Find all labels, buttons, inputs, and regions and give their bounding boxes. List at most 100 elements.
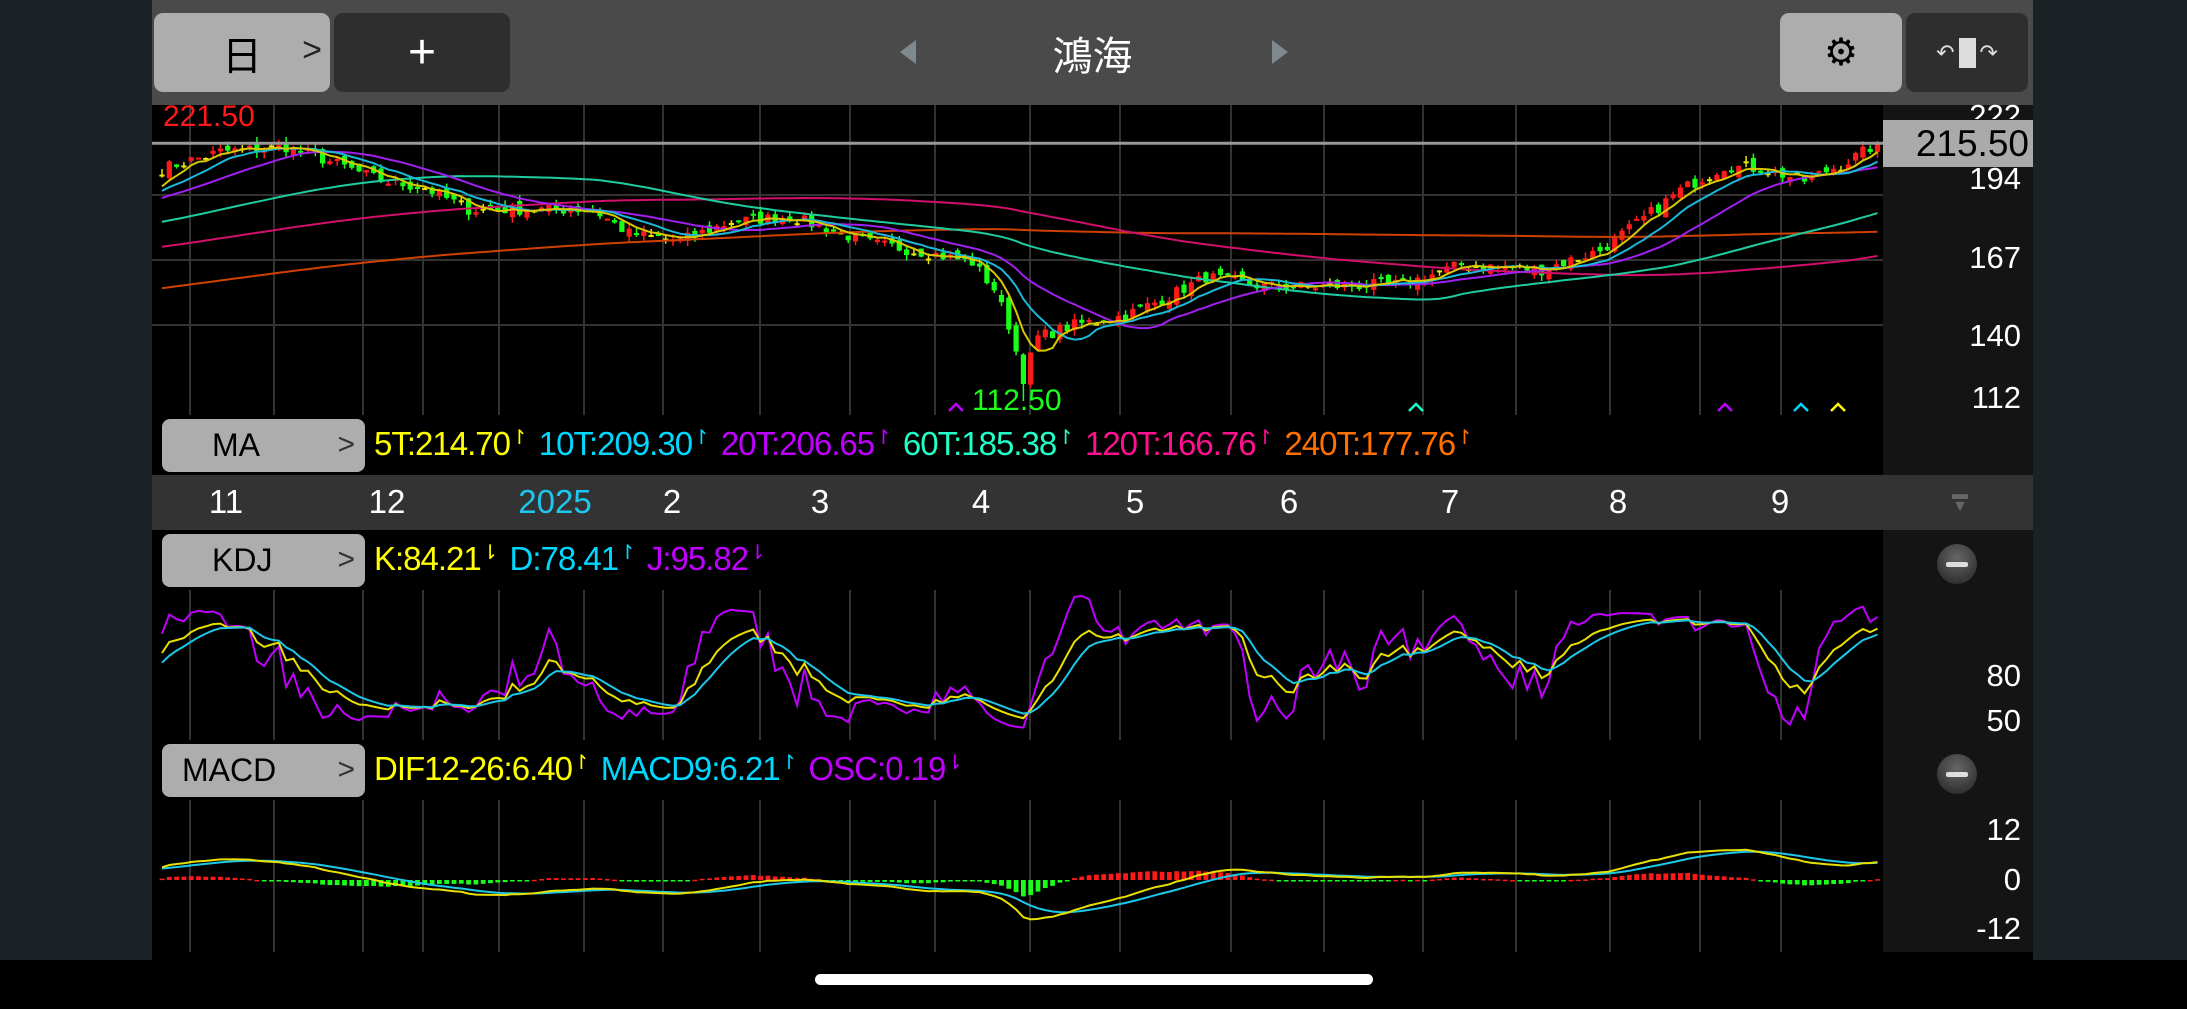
candle xyxy=(1685,181,1691,188)
osc-bar xyxy=(181,876,187,880)
month-label: 7 xyxy=(1440,483,1460,520)
osc-bar xyxy=(239,878,245,880)
osc-bar xyxy=(940,880,946,883)
candle xyxy=(195,157,202,160)
candlestick-chart[interactable] xyxy=(152,105,1883,415)
macd-value: MACD9:6.21↾ xyxy=(601,750,798,787)
osc-bar xyxy=(1729,877,1734,880)
osc-bar xyxy=(298,880,304,883)
osc-bar xyxy=(1378,880,1384,882)
candle xyxy=(159,174,165,177)
home-indicator[interactable] xyxy=(815,974,1373,985)
candle xyxy=(1181,284,1187,293)
osc-bar xyxy=(1123,873,1128,880)
candle xyxy=(1699,182,1705,185)
kdj-legend-row: KDJ > K:84.21⇂ D:78.41↾ J:95.82⇂ xyxy=(152,530,1883,590)
candle xyxy=(750,213,756,216)
osc-bar xyxy=(677,880,683,882)
rotate-screen-button[interactable]: ↶ ↷ xyxy=(1906,13,2028,92)
month-label: 8 xyxy=(1608,483,1628,520)
candle xyxy=(1385,274,1391,283)
osc-bar xyxy=(772,876,778,880)
osc-bar xyxy=(1291,880,1296,882)
osc-bar xyxy=(203,876,209,880)
osc-bar xyxy=(1444,878,1450,880)
macd-legend-row: MACD > DIF12-26:6.40↾ MACD9:6.21↾ OSC:0.19⇂ xyxy=(152,740,1883,800)
osc-bar xyxy=(1437,878,1442,881)
osc-bar xyxy=(473,880,479,885)
osc-bar xyxy=(911,880,917,884)
candle xyxy=(1867,148,1873,152)
remove-kdj-button[interactable] xyxy=(1937,544,1977,584)
osc-bar xyxy=(1532,880,1537,882)
macd-settings-button[interactable]: MACD > xyxy=(162,744,365,797)
osc-bar xyxy=(736,876,742,880)
osc-bar xyxy=(1838,880,1844,884)
candle xyxy=(422,188,428,191)
chevron-right-icon: > xyxy=(337,753,355,786)
osc-bar xyxy=(1035,880,1041,892)
trend-up-icon: ↾ xyxy=(693,427,710,449)
ma-value: 10T:209.30↾ xyxy=(539,425,710,462)
chevron-right-icon: > xyxy=(337,543,355,576)
osc-bar xyxy=(699,878,705,881)
osc-bar xyxy=(1072,878,1077,880)
candle xyxy=(400,182,406,187)
macd-value: OSC:0.19⇂ xyxy=(808,750,963,787)
osc-bar xyxy=(1612,876,1618,880)
candle xyxy=(736,220,742,223)
collapse-toggle-icon[interactable]: ▬ ▼ xyxy=(1952,487,1968,515)
remove-macd-button[interactable] xyxy=(1937,754,1977,794)
osc-bar xyxy=(612,879,617,882)
ma-value: 120T:166.76↾ xyxy=(1085,425,1273,462)
current-price-tag: 215.50 xyxy=(1883,120,2033,167)
ma-value-text: 20T:206.65 xyxy=(720,425,875,462)
trend-up-icon: ↾ xyxy=(1456,427,1473,449)
osc-bar xyxy=(196,876,201,880)
toolbar: 日 > + 鴻海 ⚙ ↶ ↷ xyxy=(152,0,2033,105)
candle xyxy=(1050,331,1056,338)
signal-marker-icon xyxy=(1408,402,1424,412)
osc-bar xyxy=(225,877,231,880)
osc-bar xyxy=(1699,874,1705,880)
osc-bar xyxy=(539,879,544,881)
candle xyxy=(641,231,647,236)
osc-bar xyxy=(1269,879,1274,882)
osc-bar xyxy=(663,880,669,882)
osc-bar xyxy=(1393,879,1399,882)
month-label: 2 xyxy=(662,483,682,520)
osc-bar xyxy=(1605,878,1610,880)
candle xyxy=(1626,224,1632,230)
osc-bar xyxy=(495,880,501,883)
candle xyxy=(414,186,421,190)
osc-bar xyxy=(159,878,165,881)
osc-bar xyxy=(1860,880,1866,882)
osc-bar xyxy=(1809,880,1815,886)
month-label: 5 xyxy=(1125,483,1145,520)
candle xyxy=(1670,194,1676,199)
month-label: 11 xyxy=(208,483,244,520)
next-stock-arrow-icon[interactable] xyxy=(1272,40,1288,64)
kdj-settings-button[interactable]: KDJ > xyxy=(162,534,365,587)
candle xyxy=(1378,277,1384,280)
osc-bar xyxy=(342,880,347,886)
ma-settings-button[interactable]: MA > xyxy=(162,419,365,472)
osc-bar xyxy=(1240,875,1245,880)
osc-bar xyxy=(451,880,457,884)
osc-bar xyxy=(1853,880,1858,882)
y-tick: 140 xyxy=(1969,318,2021,353)
trend-down-icon: ⇂ xyxy=(481,542,499,564)
kdj-tick: 80 xyxy=(1986,658,2021,693)
osc-bar xyxy=(553,878,559,880)
y-tick: 112 xyxy=(1971,380,2021,415)
macd-chart xyxy=(159,800,1880,952)
osc-bar xyxy=(955,880,961,882)
candle xyxy=(794,223,800,226)
osc-bar xyxy=(583,878,588,880)
osc-bar xyxy=(707,878,712,880)
osc-bar xyxy=(882,880,888,882)
osc-bar xyxy=(889,880,895,883)
candle xyxy=(758,211,764,224)
osc-bar xyxy=(488,880,493,884)
settings-button[interactable]: ⚙ xyxy=(1780,13,1902,92)
